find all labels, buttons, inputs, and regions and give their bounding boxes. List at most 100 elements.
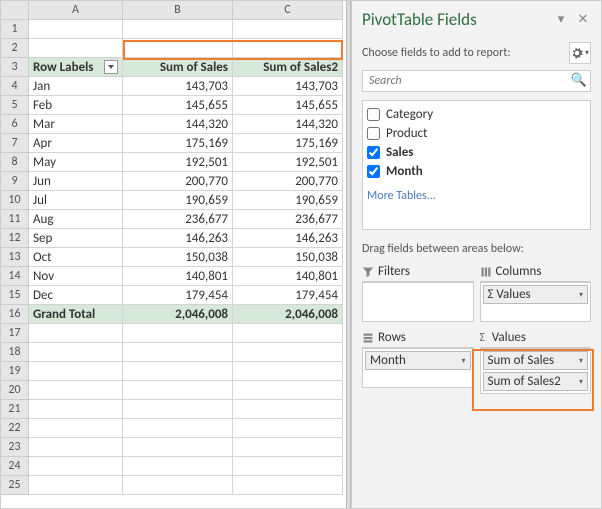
cell-B16[interactable]: 2,046,008: [123, 305, 233, 324]
cell-C20[interactable]: [233, 381, 343, 400]
cell-B14[interactable]: 140,801: [123, 267, 233, 286]
gear-icon[interactable]: [569, 42, 591, 64]
cell-B10[interactable]: 190,659: [123, 191, 233, 210]
cell-C23[interactable]: [233, 438, 343, 457]
row-3[interactable]: 3: [1, 58, 29, 77]
cell-A1[interactable]: [29, 20, 123, 39]
row-12[interactable]: 12: [1, 229, 29, 248]
cell-C8[interactable]: 192,501: [233, 153, 343, 172]
cell-A13[interactable]: Oct: [29, 248, 123, 267]
cell-A10[interactable]: Jul: [29, 191, 123, 210]
cell-C22[interactable]: [233, 419, 343, 438]
cell-A2[interactable]: [29, 39, 123, 58]
row-16[interactable]: 16: [1, 305, 29, 324]
cell-C6[interactable]: 144,320: [233, 115, 343, 134]
row-25[interactable]: 25: [1, 476, 29, 495]
row-4[interactable]: 4: [1, 77, 29, 96]
cell-C17[interactable]: [233, 324, 343, 343]
cell-A22[interactable]: [29, 419, 123, 438]
row-13[interactable]: 13: [1, 248, 29, 267]
cell-B3[interactable]: Sum of Sales: [123, 58, 233, 77]
col-B[interactable]: B: [123, 1, 233, 20]
values-area[interactable]: Sum of Sales Sum of Sales2: [480, 348, 592, 394]
cell-A9[interactable]: Jun: [29, 172, 123, 191]
row-14[interactable]: 14: [1, 267, 29, 286]
cell-B11[interactable]: 236,677: [123, 210, 233, 229]
cell-B19[interactable]: [123, 362, 233, 381]
cell-C15[interactable]: 179,454: [233, 286, 343, 305]
cell-A12[interactable]: Sep: [29, 229, 123, 248]
cell-A6[interactable]: Mar: [29, 115, 123, 134]
columns-area[interactable]: Σ Values: [480, 282, 592, 322]
cell-B2[interactable]: [123, 39, 233, 58]
cell-B18[interactable]: [123, 343, 233, 362]
row-23[interactable]: 23: [1, 438, 29, 457]
cell-C9[interactable]: 200,770: [233, 172, 343, 191]
close-icon[interactable]: ✕: [575, 12, 591, 28]
cell-A17[interactable]: [29, 324, 123, 343]
cell-A23[interactable]: [29, 438, 123, 457]
row-7[interactable]: 7: [1, 134, 29, 153]
field-product[interactable]: Product: [367, 124, 586, 143]
cell-C2[interactable]: [233, 39, 343, 58]
row-22[interactable]: 22: [1, 419, 29, 438]
row-20[interactable]: 20: [1, 381, 29, 400]
cell-B8[interactable]: 192,501: [123, 153, 233, 172]
cell-B7[interactable]: 175,169: [123, 134, 233, 153]
col-A[interactable]: A: [29, 1, 123, 20]
search-icon[interactable]: 🔍: [568, 71, 590, 91]
cell-A24[interactable]: [29, 457, 123, 476]
row-24[interactable]: 24: [1, 457, 29, 476]
cell-C19[interactable]: [233, 362, 343, 381]
cell-B15[interactable]: 179,454: [123, 286, 233, 305]
cell-C5[interactable]: 145,655: [233, 96, 343, 115]
cell-C4[interactable]: 143,703: [233, 77, 343, 96]
cell-C1[interactable]: [233, 20, 343, 39]
sum-sales2-chip[interactable]: Sum of Sales2: [483, 372, 589, 391]
filters-area[interactable]: [362, 282, 474, 322]
cell-A21[interactable]: [29, 400, 123, 419]
field-category[interactable]: Category: [367, 105, 586, 124]
row-15[interactable]: 15: [1, 286, 29, 305]
search-input[interactable]: [363, 71, 568, 91]
row-1[interactable]: 1: [1, 20, 29, 39]
cell-A5[interactable]: Feb: [29, 96, 123, 115]
cell-A25[interactable]: [29, 476, 123, 495]
row-18[interactable]: 18: [1, 343, 29, 362]
cell-A16[interactable]: Grand Total: [29, 305, 123, 324]
cell-C13[interactable]: 150,038: [233, 248, 343, 267]
field-month[interactable]: Month: [367, 162, 586, 181]
cell-A3[interactable]: Row Labels: [29, 58, 123, 77]
cell-A8[interactable]: May: [29, 153, 123, 172]
row-11[interactable]: 11: [1, 210, 29, 229]
col-C[interactable]: C: [233, 1, 343, 20]
cell-C14[interactable]: 140,801: [233, 267, 343, 286]
cell-B5[interactable]: 145,655: [123, 96, 233, 115]
more-tables-link[interactable]: More Tables...: [367, 189, 586, 203]
cell-B21[interactable]: [123, 400, 233, 419]
row-8[interactable]: 8: [1, 153, 29, 172]
cell-A18[interactable]: [29, 343, 123, 362]
field-sales[interactable]: Sales: [367, 143, 586, 162]
cell-B17[interactable]: [123, 324, 233, 343]
row-19[interactable]: 19: [1, 362, 29, 381]
cell-C24[interactable]: [233, 457, 343, 476]
row-21[interactable]: 21: [1, 400, 29, 419]
cell-B23[interactable]: [123, 438, 233, 457]
cell-A20[interactable]: [29, 381, 123, 400]
cell-B22[interactable]: [123, 419, 233, 438]
rowlabels-dropdown[interactable]: [104, 60, 118, 74]
cell-B25[interactable]: [123, 476, 233, 495]
cell-A11[interactable]: Aug: [29, 210, 123, 229]
cell-B20[interactable]: [123, 381, 233, 400]
search-box[interactable]: 🔍: [362, 70, 591, 92]
month-chip[interactable]: Month: [365, 351, 471, 370]
cell-C7[interactable]: 175,169: [233, 134, 343, 153]
cell-A7[interactable]: Apr: [29, 134, 123, 153]
row-2[interactable]: 2: [1, 39, 29, 58]
cell-C12[interactable]: 146,263: [233, 229, 343, 248]
row-6[interactable]: 6: [1, 115, 29, 134]
cell-C25[interactable]: [233, 476, 343, 495]
rows-area[interactable]: Month: [362, 348, 474, 388]
cell-B1[interactable]: [123, 20, 233, 39]
